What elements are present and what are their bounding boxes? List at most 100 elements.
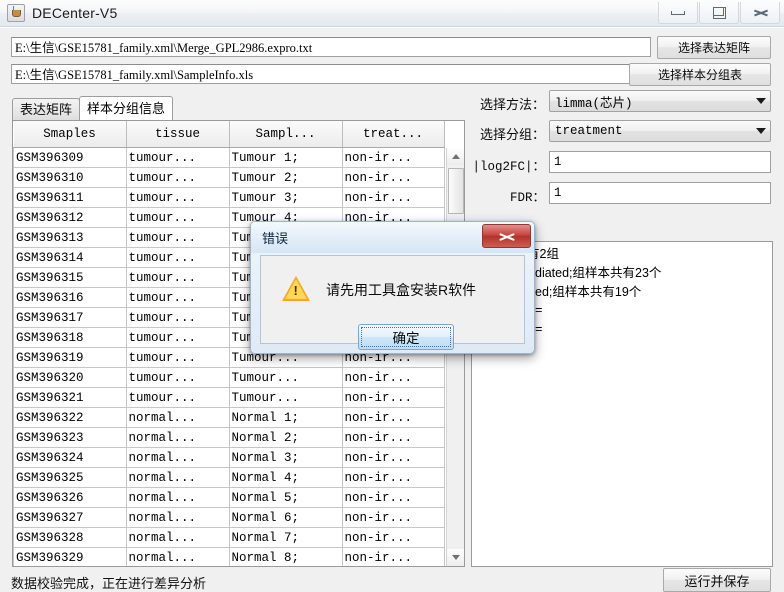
- table-cell[interactable]: tumour...: [125, 367, 230, 388]
- table-cell[interactable]: tumour...: [125, 187, 230, 208]
- table-cell[interactable]: GSM396320: [13, 367, 127, 388]
- table-cell[interactable]: Normal 7;: [228, 527, 343, 548]
- close-button[interactable]: [740, 2, 780, 24]
- expression-matrix-path-field[interactable]: E:\生信\GSE15781_family.xml\Merge_GPL2986.…: [11, 37, 651, 57]
- table-cell[interactable]: GSM396329: [13, 547, 127, 566]
- table-cell[interactable]: GSM396309: [13, 147, 127, 168]
- table-cell[interactable]: Normal 8;: [228, 547, 343, 566]
- run-and-save-button[interactable]: 运行并保存: [663, 568, 771, 592]
- table-cell[interactable]: GSM396318: [13, 327, 127, 348]
- dialog-ok-button[interactable]: 确定: [358, 324, 454, 350]
- sample-info-path-field[interactable]: E:\生信\GSE15781_family.xml\SampleInfo.xls: [11, 64, 651, 84]
- table-cell[interactable]: Tumour 1;: [228, 147, 343, 168]
- table-row[interactable]: GSM396322 normal... Normal 1; non-ir...: [13, 407, 445, 428]
- table-cell[interactable]: GSM396315: [13, 267, 127, 288]
- table-cell[interactable]: Normal 3;: [228, 447, 343, 468]
- table-cell[interactable]: normal...: [125, 547, 230, 566]
- group-select[interactable]: treatment: [549, 120, 771, 142]
- fdr-input[interactable]: 1: [549, 182, 771, 204]
- table-cell[interactable]: non-ir...: [341, 147, 445, 168]
- table-cell[interactable]: Tumour 3;: [228, 187, 343, 208]
- table-row[interactable]: GSM396309 tumour... Tumour 1; non-ir...: [13, 147, 445, 168]
- table-cell[interactable]: tumour...: [125, 327, 230, 348]
- table-cell[interactable]: tumour...: [125, 247, 230, 268]
- table-cell[interactable]: GSM396327: [13, 507, 127, 528]
- table-cell[interactable]: tumour...: [125, 227, 230, 248]
- table-cell[interactable]: non-ir...: [341, 167, 445, 188]
- table-cell[interactable]: GSM396325: [13, 467, 127, 488]
- table-row[interactable]: GSM396329 normal... Normal 8; non-ir...: [13, 547, 445, 566]
- table-row[interactable]: GSM396310 tumour... Tumour 2; non-ir...: [13, 167, 445, 188]
- table-cell[interactable]: non-ir...: [341, 467, 445, 488]
- table-cell[interactable]: tumour...: [125, 267, 230, 288]
- table-cell[interactable]: Tumour...: [228, 387, 343, 408]
- table-cell[interactable]: GSM396324: [13, 447, 127, 468]
- table-row[interactable]: GSM396326 normal... Normal 5; non-ir...: [13, 487, 445, 508]
- table-cell[interactable]: GSM396314: [13, 247, 127, 268]
- table-cell[interactable]: GSM396312: [13, 207, 127, 228]
- table-cell[interactable]: GSM396310: [13, 167, 127, 188]
- table-cell[interactable]: GSM396321: [13, 387, 127, 408]
- table-cell[interactable]: tumour...: [125, 347, 230, 368]
- table-cell[interactable]: non-ir...: [341, 507, 445, 528]
- table-cell[interactable]: normal...: [125, 527, 230, 548]
- table-cell[interactable]: tumour...: [125, 167, 230, 188]
- table-cell[interactable]: non-ir...: [341, 427, 445, 448]
- column-header-sample[interactable]: Sampl...: [229, 121, 343, 148]
- scrollbar-thumb[interactable]: [448, 168, 464, 214]
- table-row[interactable]: GSM396311 tumour... Tumour 3; non-ir...: [13, 187, 445, 208]
- table-cell[interactable]: normal...: [125, 407, 230, 428]
- table-cell[interactable]: non-ir...: [341, 547, 445, 566]
- table-cell[interactable]: normal...: [125, 487, 230, 508]
- table-cell[interactable]: GSM396319: [13, 347, 127, 368]
- choose-sample-table-button[interactable]: 选择样本分组表: [629, 63, 771, 86]
- table-cell[interactable]: normal...: [125, 447, 230, 468]
- table-cell[interactable]: Tumour...: [228, 367, 343, 388]
- table-cell[interactable]: normal...: [125, 467, 230, 488]
- table-cell[interactable]: tumour...: [125, 207, 230, 228]
- table-row[interactable]: GSM396324 normal... Normal 3; non-ir...: [13, 447, 445, 468]
- column-header-treatment[interactable]: treat...: [342, 121, 445, 148]
- table-cell[interactable]: GSM396328: [13, 527, 127, 548]
- table-row[interactable]: GSM396328 normal... Normal 7; non-ir...: [13, 527, 445, 548]
- table-cell[interactable]: Normal 6;: [228, 507, 343, 528]
- table-row[interactable]: GSM396325 normal... Normal 4; non-ir...: [13, 467, 445, 488]
- table-cell[interactable]: GSM396323: [13, 427, 127, 448]
- table-cell[interactable]: tumour...: [125, 307, 230, 328]
- log2fc-input[interactable]: 1: [549, 151, 771, 173]
- table-cell[interactable]: non-ir...: [341, 407, 445, 428]
- table-cell[interactable]: non-ir...: [341, 387, 445, 408]
- table-cell[interactable]: GSM396322: [13, 407, 127, 428]
- table-cell[interactable]: Tumour 2;: [228, 167, 343, 188]
- table-cell[interactable]: non-ir...: [341, 487, 445, 508]
- table-cell[interactable]: normal...: [125, 427, 230, 448]
- table-cell[interactable]: Normal 5;: [228, 487, 343, 508]
- table-cell[interactable]: Normal 2;: [228, 427, 343, 448]
- table-row[interactable]: GSM396323 normal... Normal 2; non-ir...: [13, 427, 445, 448]
- table-cell[interactable]: non-ir...: [341, 527, 445, 548]
- table-cell[interactable]: non-ir...: [341, 187, 445, 208]
- table-cell[interactable]: tumour...: [125, 287, 230, 308]
- table-vertical-scrollbar[interactable]: [446, 148, 464, 566]
- column-header-tissue[interactable]: tissue: [126, 121, 230, 148]
- table-cell[interactable]: Normal 1;: [228, 407, 343, 428]
- table-cell[interactable]: tumour...: [125, 387, 230, 408]
- table-cell[interactable]: GSM396317: [13, 307, 127, 328]
- table-row[interactable]: GSM396321 tumour... Tumour... non-ir...: [13, 387, 445, 408]
- table-cell[interactable]: non-ir...: [341, 367, 445, 388]
- table-cell[interactable]: Normal 4;: [228, 467, 343, 488]
- minimize-button[interactable]: [658, 2, 698, 24]
- table-cell[interactable]: non-ir...: [341, 447, 445, 468]
- tab-sample-group-info[interactable]: 样本分组信息: [79, 96, 174, 120]
- maximize-button[interactable]: [699, 2, 739, 24]
- table-cell[interactable]: GSM396316: [13, 287, 127, 308]
- table-cell[interactable]: normal...: [125, 507, 230, 528]
- table-cell[interactable]: GSM396313: [13, 227, 127, 248]
- method-select[interactable]: limma(芯片): [549, 90, 771, 112]
- scroll-up-button[interactable]: [447, 148, 464, 165]
- choose-expression-matrix-button[interactable]: 选择表达矩阵: [657, 36, 771, 59]
- table-cell[interactable]: tumour...: [125, 147, 230, 168]
- column-header-samples[interactable]: Smaples: [13, 121, 127, 148]
- dialog-close-button[interactable]: [482, 224, 531, 248]
- table-cell[interactable]: GSM396326: [13, 487, 127, 508]
